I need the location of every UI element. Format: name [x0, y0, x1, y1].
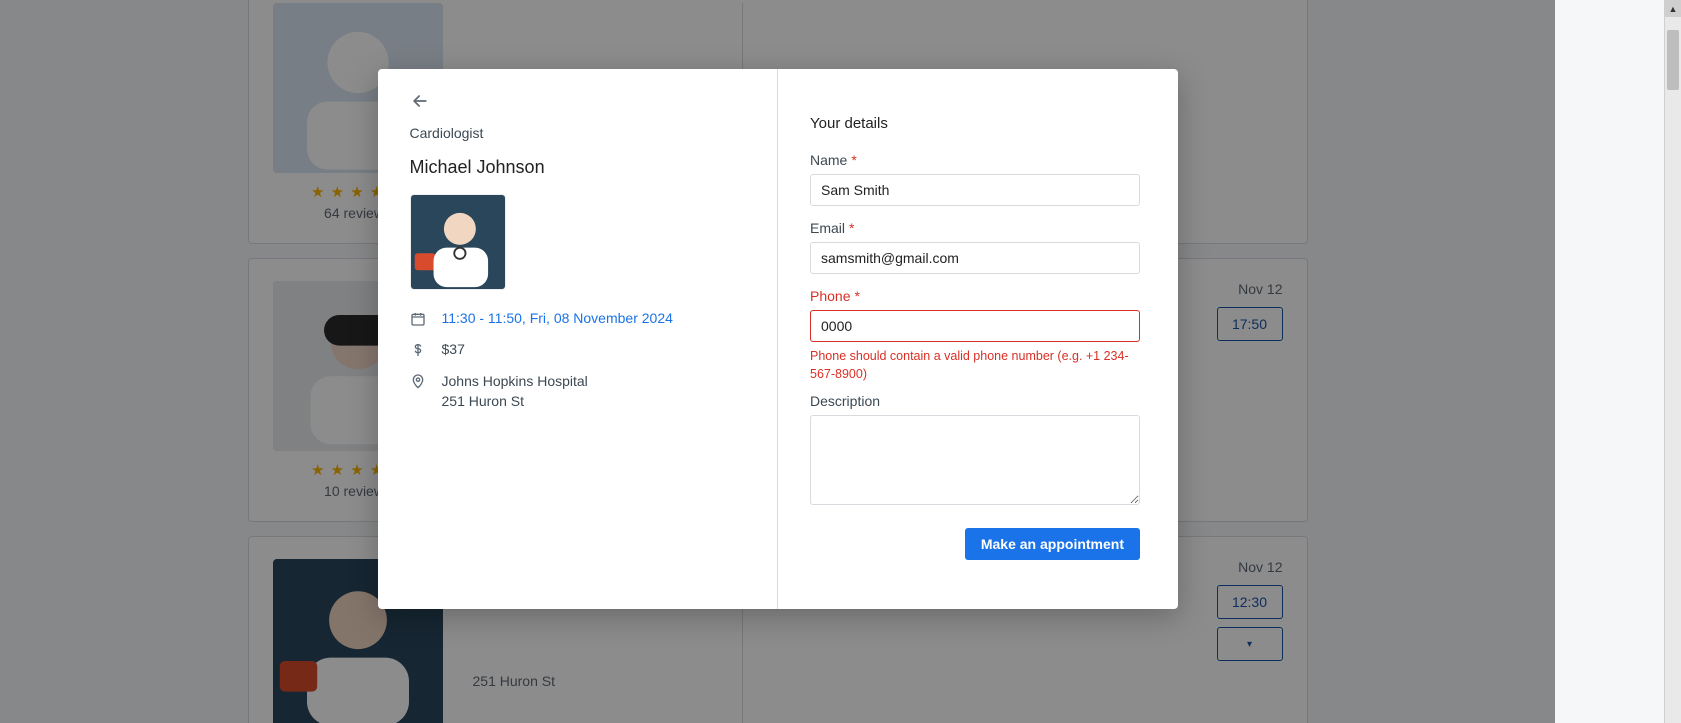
location-icon	[410, 373, 426, 389]
doctor-photo	[410, 194, 506, 290]
required-asterisk: *	[854, 288, 859, 304]
hospital-name: Johns Hopkins Hospital	[442, 372, 588, 392]
browser-scrollbar[interactable]: ▲	[1664, 0, 1681, 723]
description-label: Description	[810, 393, 1146, 409]
price-icon	[410, 342, 426, 358]
required-asterisk: *	[851, 152, 856, 168]
description-input[interactable]	[810, 415, 1140, 505]
make-appointment-button[interactable]: Make an appointment	[965, 528, 1140, 560]
name-input[interactable]	[810, 174, 1140, 206]
modal-backdrop[interactable]: Cardiologist Michael Johnson 11:30 - 11:…	[0, 0, 1555, 723]
modal-left: Cardiologist Michael Johnson 11:30 - 11:…	[378, 69, 778, 609]
form-title: Your details	[810, 115, 1146, 132]
name-label: Name*	[810, 152, 1146, 168]
phone-error-message: Phone should contain a valid phone numbe…	[810, 348, 1140, 383]
back-arrow-icon[interactable]	[410, 91, 430, 111]
doctor-name: Michael Johnson	[410, 157, 746, 178]
doctor-speciality: Cardiologist	[410, 125, 746, 141]
email-input[interactable]	[810, 242, 1140, 274]
appointment-location: Johns Hopkins Hospital 251 Huron St	[442, 372, 588, 411]
email-label: Email*	[810, 220, 1146, 236]
modal-right: Your details Name* Email* Phone* Phone s…	[778, 69, 1178, 609]
appointment-datetime: 11:30 - 11:50, Fri, 08 November 2024	[442, 310, 673, 326]
appointment-price: $37	[442, 341, 465, 357]
phone-input[interactable]	[810, 310, 1140, 342]
required-asterisk: *	[849, 220, 854, 236]
appointment-modal: Cardiologist Michael Johnson 11:30 - 11:…	[378, 69, 1178, 609]
calendar-icon	[410, 311, 426, 327]
hospital-address: 251 Huron St	[442, 392, 588, 412]
phone-label: Phone*	[810, 288, 1146, 304]
scrollbar-thumb[interactable]	[1667, 30, 1679, 90]
scroll-up-button[interactable]: ▲	[1665, 0, 1681, 17]
